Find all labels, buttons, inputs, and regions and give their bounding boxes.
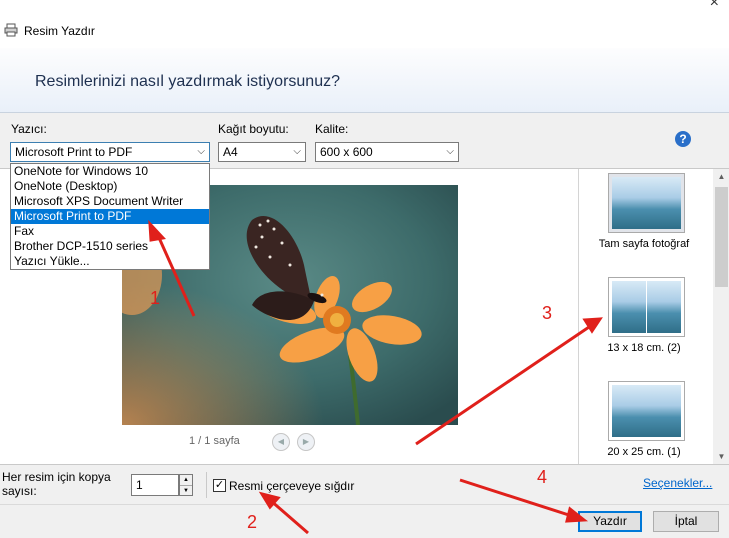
- annotation-number: 4: [537, 467, 548, 487]
- annotation-arrow-1: [154, 230, 196, 317]
- annotation-arrow-3: [415, 323, 593, 446]
- annotation-arrows: [148, 219, 603, 535]
- arrowhead: [148, 219, 166, 242]
- annotation-number: 2: [247, 512, 258, 532]
- annotation-arrow-4: [459, 478, 576, 519]
- annotation-number: 3: [542, 303, 553, 323]
- annotation-arrow-2: [269, 498, 309, 535]
- annotation-number: 1: [150, 288, 161, 308]
- arrowhead: [565, 506, 589, 523]
